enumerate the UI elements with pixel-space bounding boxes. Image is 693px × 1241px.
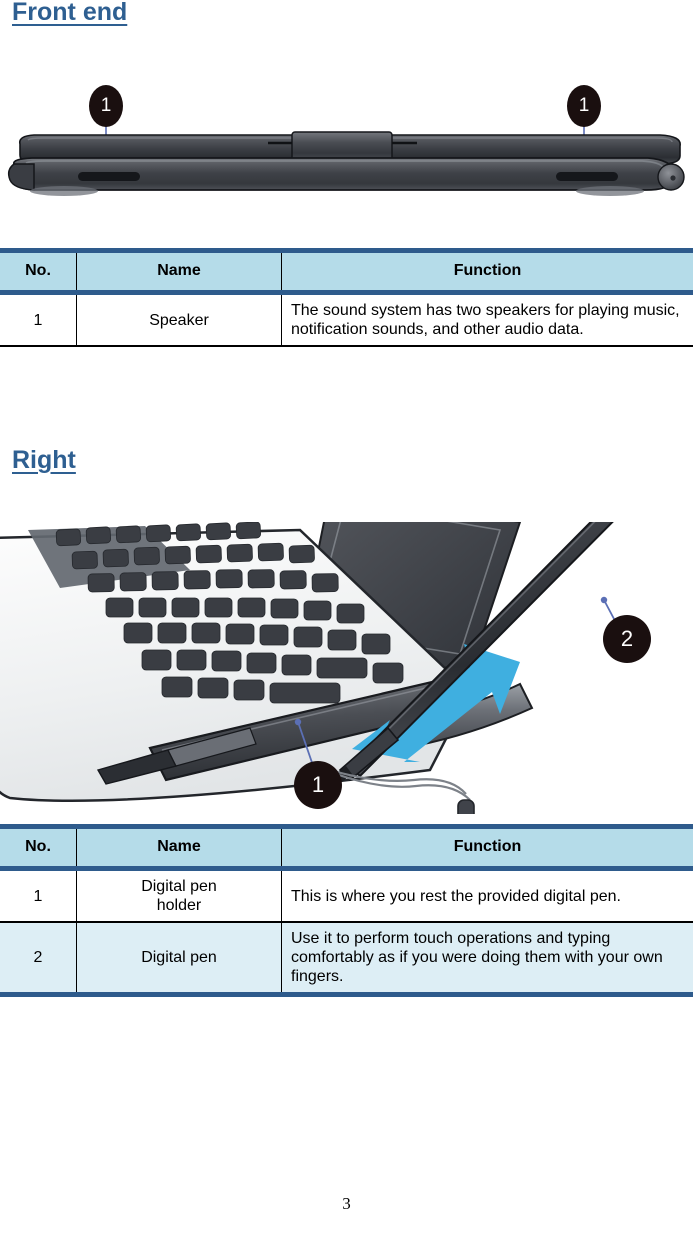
front-end-device-svg xyxy=(7,112,685,196)
base-left-nose xyxy=(7,163,35,191)
device-pivot-hole xyxy=(670,175,676,181)
pen-lanyard xyxy=(329,768,475,914)
cell-function: This is where you rest the provided digi… xyxy=(281,868,693,923)
column-header-no: No. xyxy=(0,248,77,295)
column-header-name: Name xyxy=(76,824,282,871)
column-header-name: Name xyxy=(76,248,282,295)
leader-dot-pen xyxy=(600,596,608,604)
device-foot-right xyxy=(576,186,644,196)
cell-name: Digital pen xyxy=(76,922,282,997)
callout-marker-1-left: 1 xyxy=(89,85,123,127)
table-header-row: No. Name Function xyxy=(0,248,693,295)
cell-name-line2: holder xyxy=(156,897,202,914)
callout-label: 2 xyxy=(620,626,634,651)
cell-no: 2 xyxy=(0,922,77,997)
table-row: 2 Digital pen Use it to perform touch op… xyxy=(0,922,693,997)
cell-function: Use it to perform touch operations and t… xyxy=(281,922,693,997)
cell-no: 1 xyxy=(0,292,77,347)
cell-name-line1: Digital pen xyxy=(141,878,217,895)
table-header-row: No. Name Function xyxy=(0,824,693,871)
page-title-right: Right xyxy=(12,446,76,474)
table-row: 1 Speaker The sound system has two speak… xyxy=(0,292,693,347)
page-number: 3 xyxy=(342,1194,351,1213)
callout-label: 1 xyxy=(311,772,325,797)
column-header-function: Function xyxy=(281,248,693,295)
column-header-no: No. xyxy=(0,824,77,871)
callout-marker-2: 2 xyxy=(603,615,651,663)
table-row: 1 Digital pen holder This is where you r… xyxy=(0,868,693,923)
right-side-digital-pen-illustration: 1 2 xyxy=(0,438,693,914)
right-side-device-svg xyxy=(0,438,684,914)
speaker-grille-right xyxy=(556,172,618,181)
cell-name: Digital pen holder xyxy=(76,868,282,923)
right-side-spec-table: No. Name Function 1 Digital pen holder T… xyxy=(0,824,693,997)
front-end-spec-table: No. Name Function 1 Speaker The sound sy… xyxy=(0,248,693,347)
front-end-device-illustration: 1 1 xyxy=(0,60,693,210)
column-header-function: Function xyxy=(281,824,693,871)
page-content: Front end 1 1 No. Name Function 1 Speake… xyxy=(0,0,693,1241)
callout-marker-1-right: 1 xyxy=(567,85,601,127)
cell-function: The sound system has two speakers for pl… xyxy=(281,292,693,347)
page-title-front-end: Front end xyxy=(12,0,128,26)
callout-label: 1 xyxy=(100,95,112,116)
speaker-grille-left xyxy=(78,172,140,181)
device-foot-left xyxy=(30,186,98,196)
leader-dot-pen-holder xyxy=(294,718,302,726)
cell-name: Speaker xyxy=(76,292,282,347)
callout-marker-1: 1 xyxy=(294,761,342,809)
callout-label: 1 xyxy=(578,95,590,116)
cell-no: 1 xyxy=(0,868,77,923)
